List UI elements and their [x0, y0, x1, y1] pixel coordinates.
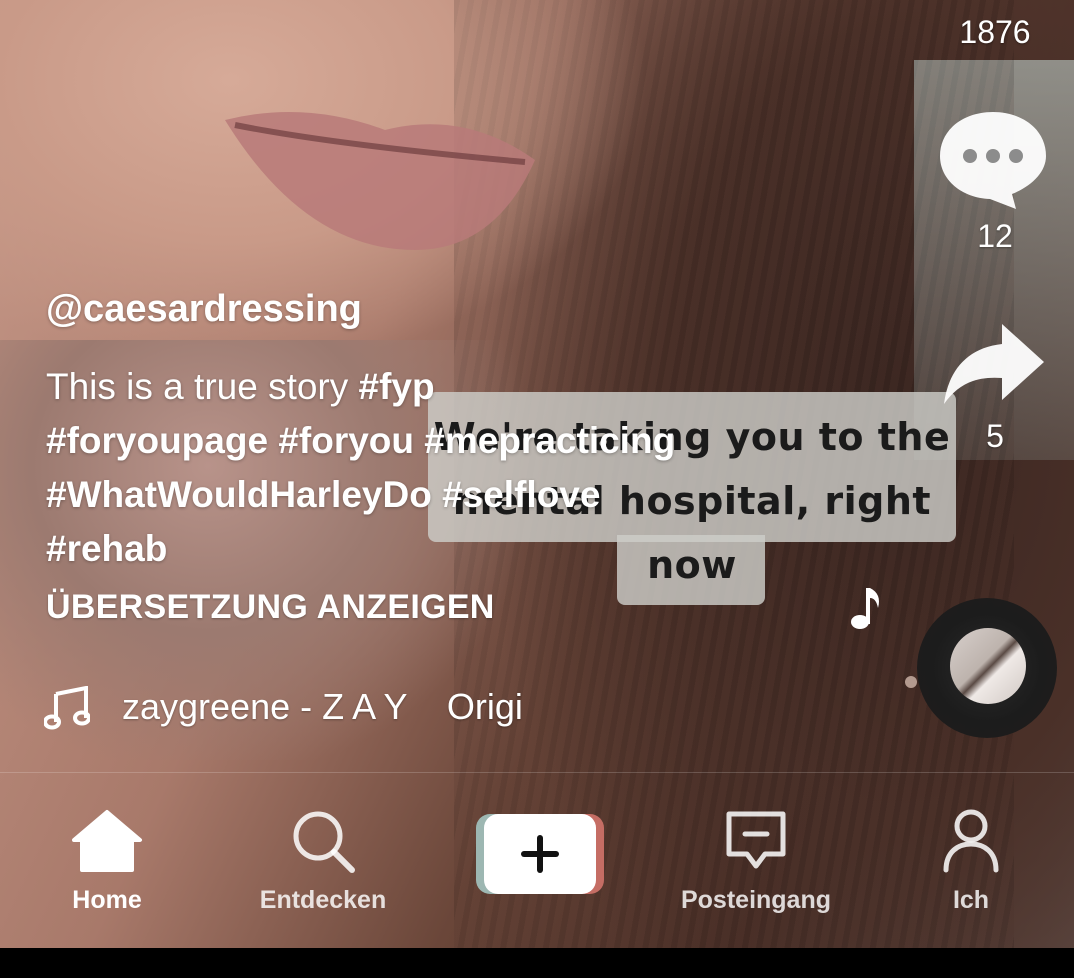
music-note-icon — [44, 686, 90, 730]
like-count: 1876 — [959, 14, 1031, 50]
show-translation-button[interactable]: ÜBERSETZUNG ANZEIGEN — [46, 588, 495, 627]
nav-inbox-label: Posteingang — [680, 886, 831, 914]
video-player[interactable]: We're taking you to the mental hospital,… — [0, 0, 1074, 948]
nav-discover-label: Entdecken — [259, 886, 387, 914]
hashtag[interactable]: #WhatWouldHarleyDo — [46, 474, 432, 515]
description-text: This is a true story — [46, 366, 359, 407]
system-bottom-bar — [0, 948, 1074, 978]
username[interactable]: @caesardressing — [46, 288, 362, 331]
hashtag[interactable]: #fyp — [359, 366, 435, 407]
floating-music-note-icon — [851, 588, 879, 629]
hashtag[interactable]: #rehab — [46, 528, 167, 569]
music-disc-dot — [905, 676, 917, 688]
hashtag[interactable]: #foryou — [278, 420, 414, 461]
hashtag[interactable]: #selflove — [442, 474, 600, 515]
music-title[interactable]: zaygreene - Z A Y Origi — [122, 686, 523, 728]
hashtag[interactable]: #foryoupage — [46, 420, 268, 461]
home-icon — [72, 810, 142, 872]
share-count: 5 — [986, 418, 1004, 454]
hashtag[interactable]: #mepracticing — [424, 420, 675, 461]
comment-count: 12 — [977, 218, 1013, 254]
video-lips — [225, 112, 535, 250]
comment-icon[interactable] — [938, 108, 1048, 212]
share-icon[interactable] — [940, 320, 1046, 410]
nav-home-label: Home — [72, 886, 142, 914]
search-icon — [293, 811, 355, 873]
post-description: This is a true story #fyp #foryoupage #f… — [46, 360, 766, 576]
inbox-icon — [726, 811, 786, 869]
nav-divider — [0, 772, 1074, 773]
create-button[interactable] — [476, 814, 604, 894]
nav-me-label: Ich — [952, 886, 990, 914]
music-disc-cover — [950, 628, 1026, 704]
profile-icon — [943, 809, 999, 873]
